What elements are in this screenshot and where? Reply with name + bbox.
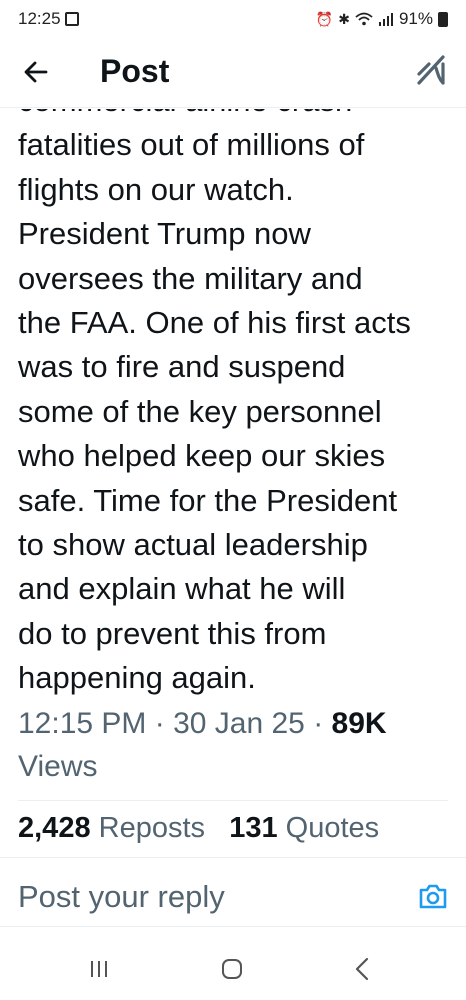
reposts-stat[interactable]: 2,428 Reposts <box>18 812 205 844</box>
recents-icon[interactable] <box>88 958 110 980</box>
camera-icon[interactable] <box>418 882 448 910</box>
tweet-line: safe. Time for the President <box>18 482 398 518</box>
tweet-line: was to fire and suspend <box>18 349 346 385</box>
quotes-label: Quotes <box>285 812 380 844</box>
status-icons: ⏰ ✱ 91% <box>316 9 448 29</box>
reposts-count: 2,428 <box>18 812 91 844</box>
meta-separator: · <box>146 707 174 740</box>
post-date: 30 Jan 25 <box>173 707 305 740</box>
tweet-line: fatalities out of millions of <box>18 127 365 163</box>
arrow-left-icon[interactable] <box>18 54 54 90</box>
page-title: Post <box>100 53 170 89</box>
alarm-icon: ⏰ <box>315 10 334 27</box>
tweet-line: the FAA. One of his first acts <box>18 305 411 341</box>
status-time: 12:25 <box>18 9 61 28</box>
chevron-left-icon[interactable] <box>352 956 372 982</box>
battery-percent: 91% <box>398 9 433 28</box>
battery-icon <box>438 11 448 27</box>
post-time: 12:15 PM <box>18 707 147 740</box>
tweet-line: and explain what he will <box>18 571 346 607</box>
tweet-body: commercial airline crash fatalities out … <box>0 109 466 700</box>
quotes-stat[interactable]: 131 Quotes <box>229 812 379 844</box>
tweet-text: commercial airline crash fatalities out … <box>18 109 458 700</box>
top-app-bar: Post <box>0 40 466 108</box>
tweet-line: some of the key personnel <box>18 393 382 429</box>
gallery-notification-icon <box>65 12 79 26</box>
meta-separator: · <box>304 707 332 740</box>
tweet-line: President Trump now <box>18 216 311 252</box>
reply-input[interactable]: Post your reply <box>18 879 225 915</box>
system-nav-bar <box>0 940 466 1000</box>
tweet-line: commercial airline crash <box>18 109 458 123</box>
tweet-line: to show actual leadership <box>18 527 368 563</box>
tweet-meta: 12:15 PM · 30 Jan 25 · 89K Views <box>18 702 448 788</box>
tweet-line: who helped keep our skies <box>18 438 386 474</box>
signal-icon <box>378 13 393 26</box>
bluetooth-icon: ✱ <box>338 10 350 27</box>
reposts-label: Reposts <box>98 812 206 844</box>
views-count[interactable]: 89K <box>332 707 387 740</box>
tweet-line: do to prevent this from <box>18 615 327 651</box>
grok-icon[interactable] <box>416 54 448 86</box>
quotes-count: 131 <box>229 812 278 844</box>
tweet-line: oversees the military and <box>18 260 363 296</box>
views-label[interactable]: Views <box>18 750 97 783</box>
tweet-line: happening again. <box>18 660 256 696</box>
divider <box>18 800 448 801</box>
reply-composer[interactable]: Post your reply <box>0 857 466 927</box>
status-bar: 12:25 ⏰ ✱ 91% <box>0 0 466 40</box>
tweet-line: flights on our watch. <box>18 171 294 207</box>
home-icon[interactable] <box>220 957 244 981</box>
engagement-stats: 2,428 Reposts 131 Quotes <box>18 812 379 845</box>
wifi-icon <box>355 12 373 26</box>
